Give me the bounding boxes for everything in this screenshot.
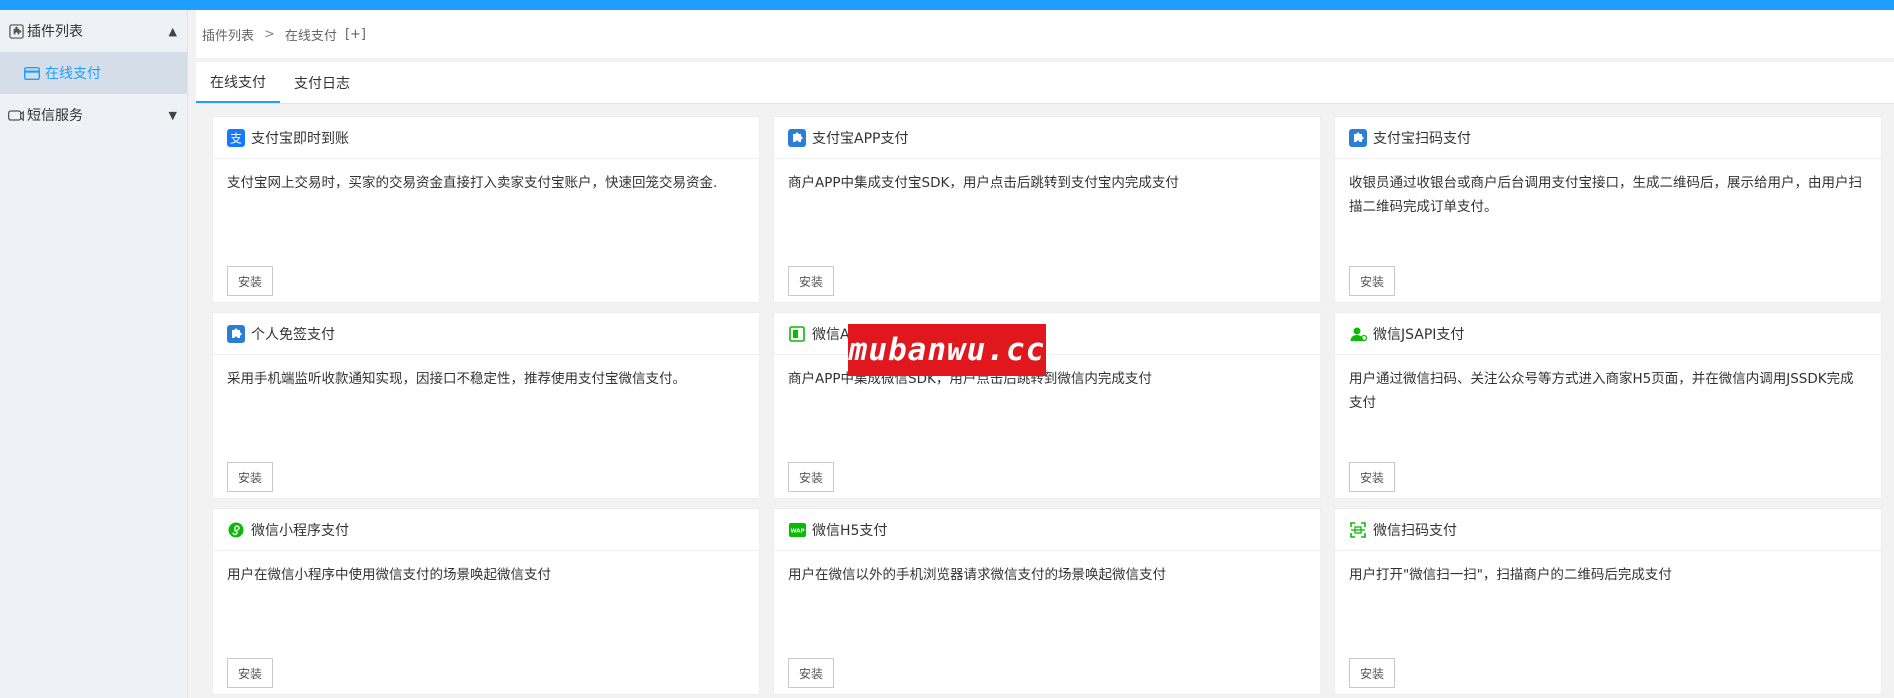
- breadcrumb-separator: >: [264, 26, 275, 42]
- plugin-card-alipay-scan: 支付宝扫码支付 收银员通过收银台或商户后台调用支付宝接口，生成二维码后，展示给用…: [1334, 116, 1882, 303]
- wap-icon: WAP: [788, 521, 806, 539]
- plugin-card-personal-free: 个人免签支付 采用手机端监听收款通知实现，因接口不稳定性，推荐使用支付宝微信支付…: [212, 312, 760, 499]
- breadcrumb: 插件列表 > 在线支付 [+]: [196, 10, 1894, 58]
- card-header: 微信小程序支付: [213, 509, 759, 551]
- sidebar: 插件列表 ▲ 在线支付 短信服务 ▼: [0, 10, 188, 698]
- caret-up-icon: ▲: [168, 24, 177, 38]
- breadcrumb-item-online-payment[interactable]: 在线支付: [285, 25, 337, 44]
- tab-online-payment[interactable]: 在线支付: [196, 62, 280, 103]
- breadcrumb-item-plugin-list[interactable]: 插件列表: [202, 25, 254, 44]
- card-icon: [24, 66, 40, 80]
- sidebar-group-label: 插件列表: [27, 24, 83, 40]
- svg-text:支: 支: [230, 131, 242, 145]
- install-button[interactable]: 安装: [1349, 266, 1396, 296]
- card-header: 微信JSAPI支付: [1335, 313, 1881, 355]
- card-description: 商户APP中集成支付宝SDK，用户点击后跳转到支付宝内完成支付: [788, 175, 1179, 191]
- card-description: 用户在微信小程序中使用微信支付的场景唤起微信支付: [227, 567, 551, 583]
- plugin-card-wechat-jsapi: 微信JSAPI支付 用户通过微信扫码、关注公众号等方式进入商家H5页面，并在微信…: [1334, 312, 1882, 499]
- install-button[interactable]: 安装: [227, 462, 274, 492]
- top-accent-bar: [0, 0, 1894, 10]
- sidebar-item-online-payment[interactable]: 在线支付: [0, 52, 187, 94]
- sidebar-group-label: 短信服务: [27, 108, 83, 124]
- svg-text:WAP: WAP: [790, 528, 804, 534]
- card-description: 支付宝网上交易时，买家的交易资金直接打入卖家支付宝账户，快速回笼交易资金.: [227, 175, 718, 191]
- install-button[interactable]: 安装: [788, 658, 835, 688]
- user-icon: [1349, 325, 1367, 343]
- card-title: 微信JSAPI支付: [1373, 326, 1465, 343]
- card-description: 用户通过微信扫码、关注公众号等方式进入商家H5页面，并在微信内调用JSSDK完成…: [1349, 371, 1854, 411]
- plugin-card-wechat-miniprogram: 微信小程序支付 用户在微信小程序中使用微信支付的场景唤起微信支付 安装: [212, 508, 760, 695]
- card-header: WAP 微信H5支付: [774, 509, 1320, 551]
- tab-payment-log[interactable]: 支付日志: [280, 62, 364, 103]
- card-header: 支付宝APP支付: [774, 117, 1320, 159]
- card-title: 微信H5支付: [812, 522, 888, 539]
- caret-down-icon: ▼: [168, 108, 177, 122]
- puzzle-icon: [227, 324, 245, 343]
- install-button[interactable]: 安装: [788, 266, 835, 296]
- breadcrumb-add-button[interactable]: [+]: [345, 27, 366, 42]
- card-header: 微信扫码支付: [1335, 509, 1881, 551]
- sidebar-item-label: 在线支付: [45, 66, 101, 82]
- card-header: 支付宝扫码支付: [1335, 117, 1881, 159]
- miniprogram-icon: [227, 521, 245, 539]
- wechat-app-icon: [788, 325, 806, 343]
- install-button[interactable]: 安装: [227, 658, 274, 688]
- card-title: 个人免签支付: [251, 326, 335, 343]
- tab-bar: 在线支付 支付日志: [196, 62, 1894, 104]
- watermark-logo: mubanwu.cc: [848, 324, 1046, 376]
- install-button[interactable]: 安装: [227, 266, 274, 296]
- card-title: 支付宝APP支付: [812, 130, 909, 147]
- card-description: 采用手机端监听收款通知实现，因接口不稳定性，推荐使用支付宝微信支付。: [227, 371, 686, 387]
- plugin-card-alipay-app: 支付宝APP支付 商户APP中集成支付宝SDK，用户点击后跳转到支付宝内完成支付…: [773, 116, 1321, 303]
- plugin-card-alipay-instant: 支 支付宝即时到账 支付宝网上交易时，买家的交易资金直接打入卖家支付宝账户，快速…: [212, 116, 760, 303]
- card-title: 微信扫码支付: [1373, 522, 1457, 539]
- sidebar-group-sms-service[interactable]: 短信服务 ▼: [0, 94, 187, 136]
- install-button[interactable]: 安装: [788, 462, 835, 492]
- plugin-card-wechat-scan: 微信扫码支付 用户打开"微信扫一扫"，扫描商户的二维码后完成支付 安装: [1334, 508, 1882, 695]
- install-button[interactable]: 安装: [1349, 658, 1396, 688]
- message-icon: [8, 107, 24, 123]
- card-header: 个人免签支付: [213, 313, 759, 355]
- plugin-card-wechat-h5: WAP 微信H5支付 用户在微信以外的手机浏览器请求微信支付的场景唤起微信支付 …: [773, 508, 1321, 695]
- puzzle-icon: [788, 128, 806, 147]
- card-title: 支付宝即时到账: [251, 130, 349, 147]
- card-description: 用户在微信以外的手机浏览器请求微信支付的场景唤起微信支付: [788, 567, 1166, 583]
- puzzle-icon: [8, 23, 24, 39]
- card-description: 收银员通过收银台或商户后台调用支付宝接口，生成二维码后，展示给用户，由用户扫描二…: [1349, 175, 1862, 215]
- alipay-icon: 支: [227, 128, 245, 147]
- install-button[interactable]: 安装: [1349, 462, 1396, 492]
- puzzle-icon: [1349, 128, 1367, 147]
- card-description: 用户打开"微信扫一扫"，扫描商户的二维码后完成支付: [1349, 567, 1672, 583]
- scan-icon: [1349, 521, 1367, 539]
- card-header: 支 支付宝即时到账: [213, 117, 759, 159]
- card-title: 微信小程序支付: [251, 522, 349, 539]
- sidebar-group-plugin-list[interactable]: 插件列表 ▲: [0, 10, 187, 52]
- card-title: 支付宝扫码支付: [1373, 130, 1471, 147]
